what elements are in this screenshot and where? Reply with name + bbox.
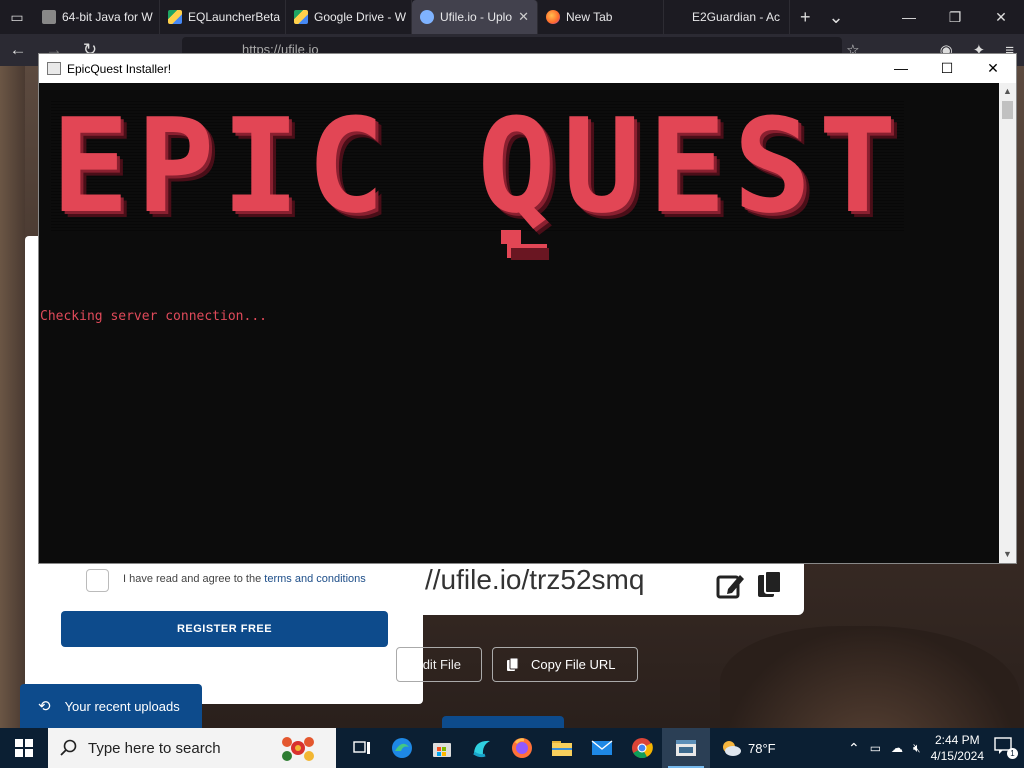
tab-label: New Tab bbox=[566, 10, 613, 24]
onedrive-cloud-icon[interactable]: ☁ bbox=[891, 741, 903, 755]
java-app-icon[interactable] bbox=[662, 728, 710, 768]
tab-label: 64-bit Java for W bbox=[62, 10, 153, 24]
list-all-tabs-button[interactable]: ⌄ bbox=[829, 7, 844, 28]
clock[interactable]: 2:44 PM 4/15/2024 bbox=[931, 732, 984, 764]
network-icon[interactable]: ▭ bbox=[870, 741, 881, 755]
browser-restore-button[interactable]: ❐ bbox=[932, 0, 978, 34]
console-output: EPIC QUEST Checking server connection... bbox=[39, 83, 1000, 563]
copy-url-label: Copy File URL bbox=[531, 657, 616, 672]
tab-label: Google Drive - W bbox=[314, 10, 407, 24]
tab-google-drive[interactable]: Google Drive - W bbox=[286, 0, 412, 34]
edge-icon[interactable] bbox=[382, 728, 422, 768]
installer-close-button[interactable]: ✕ bbox=[970, 54, 1016, 83]
scroll-down-icon[interactable]: ▼ bbox=[999, 546, 1016, 563]
volume-muted-icon[interactable]: 🔇︎ bbox=[913, 741, 921, 756]
clock-date: 4/15/2024 bbox=[930, 749, 984, 763]
back-arrow-icon[interactable]: ← bbox=[0, 40, 36, 60]
background-cliff-left bbox=[0, 66, 25, 728]
ascii-banner: EPIC QUEST bbox=[51, 90, 904, 242]
tab-new-tab[interactable]: New Tab bbox=[538, 0, 664, 34]
copy-icon[interactable] bbox=[757, 571, 783, 601]
tab-label: EQLauncherBeta bbox=[188, 10, 281, 24]
partly-cloudy-icon bbox=[723, 741, 741, 756]
file-explorer-icon[interactable] bbox=[542, 728, 582, 768]
search-placeholder: Type here to search bbox=[88, 739, 221, 757]
java-page-icon bbox=[42, 10, 56, 24]
chevron-up-icon[interactable]: ⌃ bbox=[848, 740, 860, 757]
taskbar-search-box[interactable]: Type here to search bbox=[48, 728, 336, 768]
file-url-text[interactable]: //ufile.io/trz52smq bbox=[425, 564, 644, 596]
console-status-line: Checking server connection... bbox=[40, 309, 267, 324]
recent-uploads-button[interactable]: ⟲ Your recent uploads bbox=[20, 684, 202, 728]
scroll-up-icon[interactable]: ▲ bbox=[999, 83, 1016, 100]
console-app-icon bbox=[47, 62, 61, 75]
ufile-icon bbox=[420, 10, 434, 24]
browser-tab-bar: ▭ 64-bit Java for W EQLauncherBeta Googl… bbox=[0, 0, 1024, 34]
firefox-view-icon[interactable]: ▭ bbox=[0, 0, 34, 34]
edit-file-label: dit File bbox=[422, 657, 461, 672]
copy-file-url-button[interactable]: Copy File URL bbox=[492, 647, 638, 682]
mail-icon[interactable] bbox=[582, 728, 622, 768]
windows-taskbar: Type here to search 78°F ⌃ ▭ ☁ 🔇︎ 2:44 P… bbox=[0, 728, 1024, 768]
system-tray: ⌃ ▭ ☁ 🔇︎ 2:44 PM 4/15/2024 bbox=[848, 728, 984, 768]
installer-window: EpicQuest Installer! — ☐ ✕ EPIC QUEST Ch… bbox=[38, 53, 1017, 564]
browser-close-button[interactable]: ✕ bbox=[978, 0, 1024, 34]
google-drive-icon bbox=[294, 10, 308, 24]
firefox-icon bbox=[546, 10, 560, 24]
tab-e2guardian[interactable]: E2Guardian - Ac bbox=[664, 0, 790, 34]
history-icon: ⟲ bbox=[38, 698, 51, 715]
installer-title-bar[interactable]: EpicQuest Installer! — ☐ ✕ bbox=[39, 54, 1016, 83]
recent-uploads-label: Your recent uploads bbox=[64, 698, 180, 714]
tab-java[interactable]: 64-bit Java for W bbox=[34, 0, 160, 34]
tab-ufile[interactable]: Ufile.io - Uplo ✕ bbox=[412, 0, 538, 34]
notification-center-button[interactable]: 1 bbox=[994, 737, 1018, 759]
close-tab-icon[interactable]: ✕ bbox=[518, 9, 529, 25]
store-icon[interactable] bbox=[422, 728, 462, 768]
terms-link[interactable]: terms and conditions bbox=[264, 573, 366, 585]
installer-title: EpicQuest Installer! bbox=[67, 61, 172, 76]
edit-file-button[interactable]: dit File bbox=[396, 647, 482, 682]
installer-maximize-button[interactable]: ☐ bbox=[924, 54, 970, 83]
tab-label: E2Guardian - Ac bbox=[692, 10, 781, 24]
console-scrollbar[interactable]: ▲ ▼ bbox=[999, 83, 1016, 563]
installer-minimize-button[interactable]: — bbox=[878, 54, 924, 83]
terminal-icon[interactable] bbox=[462, 728, 502, 768]
terms-checkbox[interactable] bbox=[86, 569, 109, 592]
terms-prefix: I have read and agree to the bbox=[123, 573, 265, 585]
tab-label: Ufile.io - Uplo bbox=[440, 10, 513, 24]
search-highlight-art-icon bbox=[282, 737, 314, 761]
google-drive-icon bbox=[168, 10, 182, 24]
task-view-icon[interactable] bbox=[342, 728, 382, 768]
copy-icon bbox=[507, 657, 519, 671]
search-icon bbox=[60, 739, 77, 756]
tab-eqlauncher[interactable]: EQLauncherBeta bbox=[160, 0, 286, 34]
new-tab-button[interactable]: + bbox=[800, 7, 811, 28]
register-free-button[interactable]: REGISTER FREE bbox=[61, 611, 388, 647]
register-label: REGISTER FREE bbox=[176, 623, 273, 635]
edit-icon[interactable] bbox=[716, 571, 746, 601]
weather-widget[interactable]: 78°F bbox=[720, 739, 776, 757]
terms-label: I have read and agree to the terms and c… bbox=[123, 573, 366, 585]
blank-page-icon bbox=[672, 10, 686, 24]
notification-count-badge: 1 bbox=[1007, 748, 1018, 759]
browser-minimize-button[interactable]: — bbox=[886, 0, 932, 34]
clock-time: 2:44 PM bbox=[934, 733, 980, 747]
start-button[interactable] bbox=[0, 728, 48, 768]
scrollbar-thumb[interactable] bbox=[1002, 101, 1013, 119]
windows-logo-icon bbox=[15, 739, 33, 757]
weather-temp: 78°F bbox=[748, 740, 776, 756]
ascii-banner-q-tail bbox=[501, 230, 549, 260]
chrome-icon[interactable] bbox=[622, 728, 662, 768]
firefox-icon[interactable] bbox=[502, 728, 542, 768]
